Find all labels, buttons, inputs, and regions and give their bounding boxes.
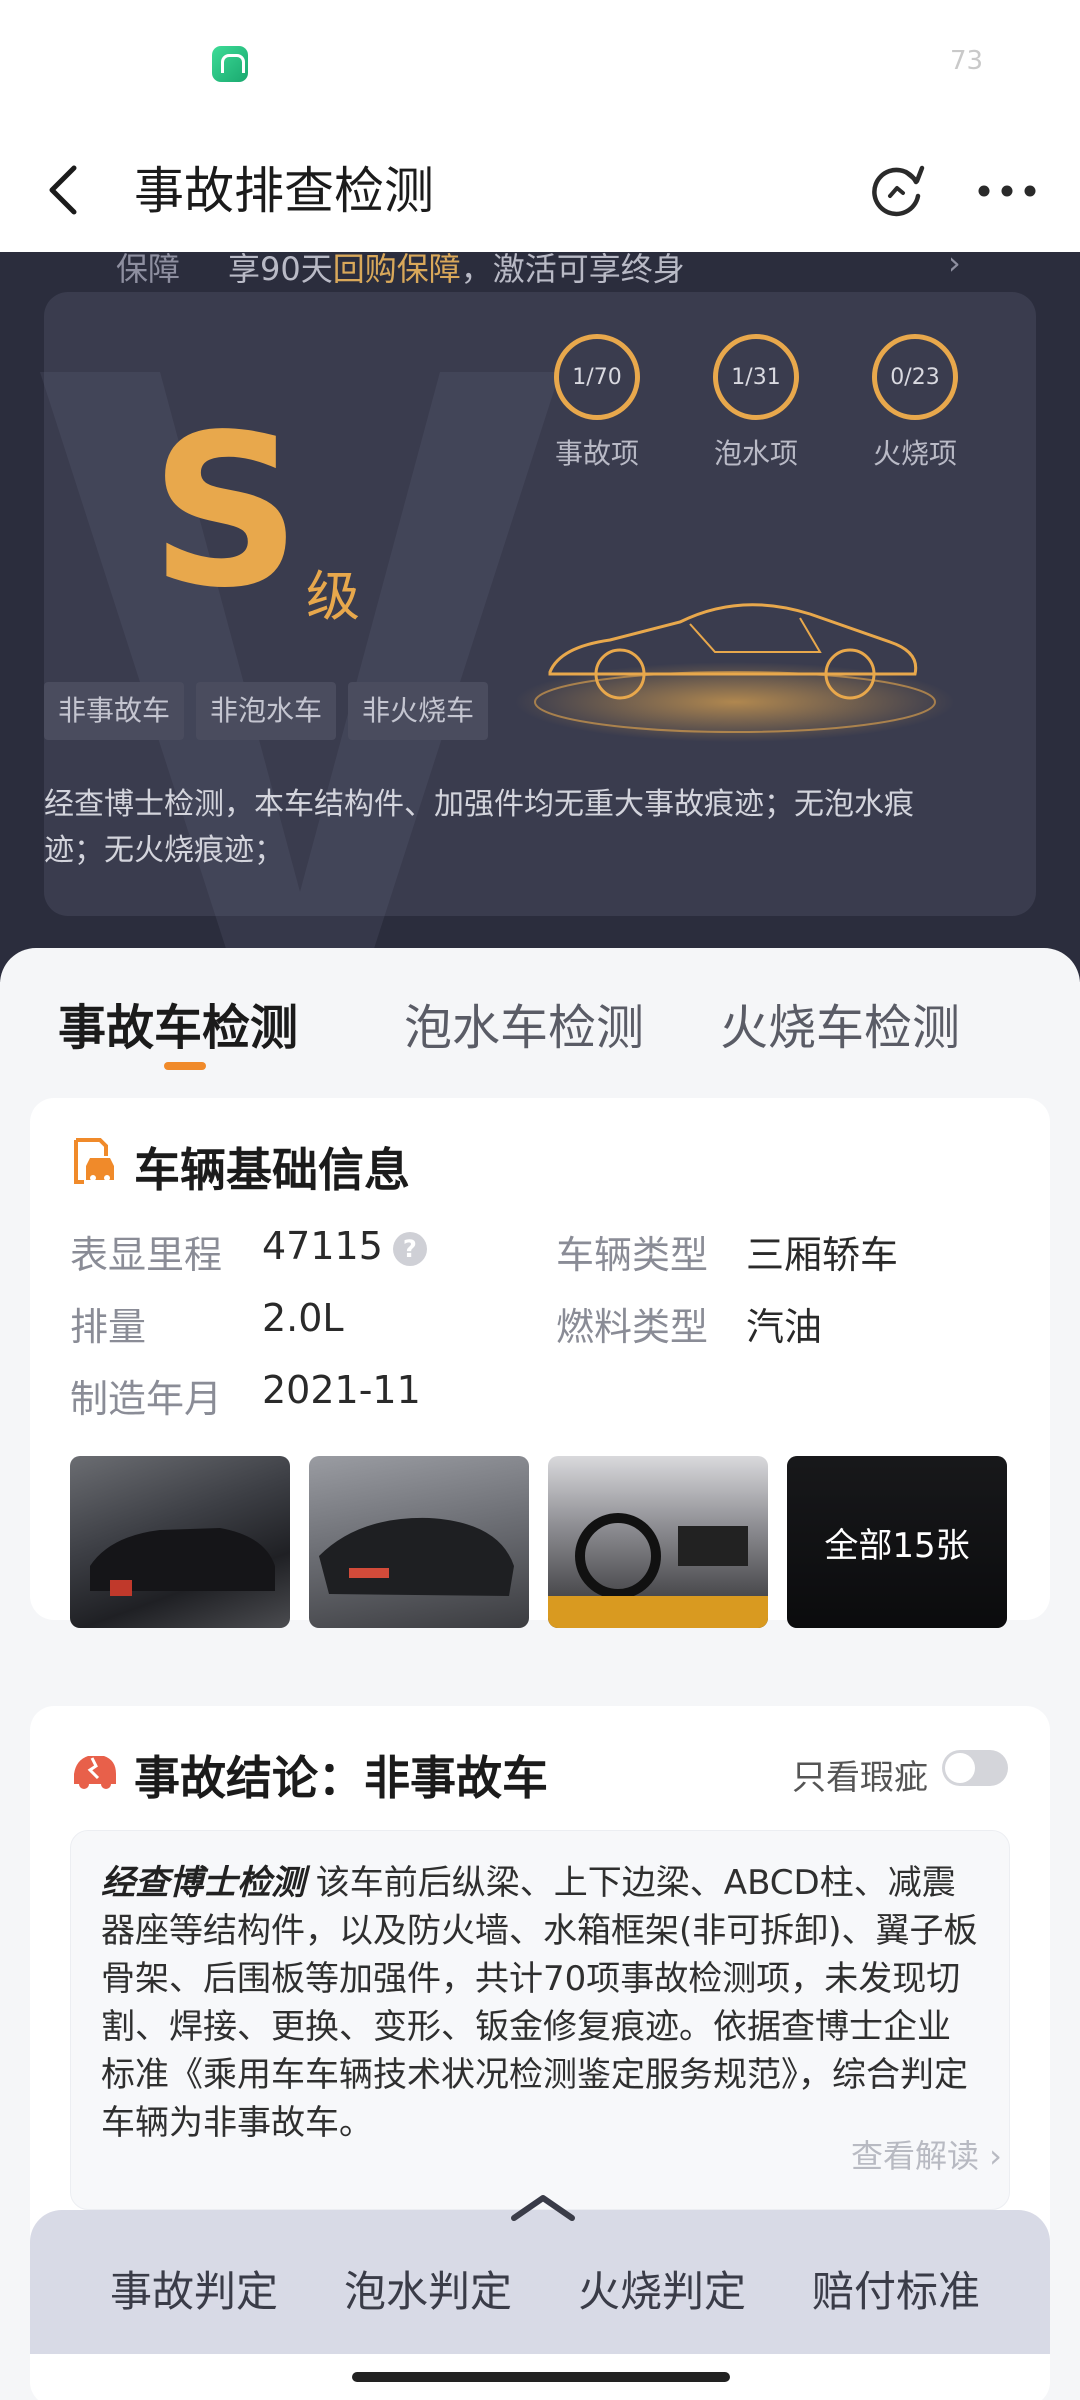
question-icon[interactable]: ? [392, 1231, 427, 1266]
manufacture-date-label-row: 制造年月 [70, 1368, 222, 1423]
displacement-label-row: 排量 [70, 1296, 146, 1351]
tag-non-accident: 非事故车 [44, 682, 185, 740]
status-bar: 73 [0, 0, 1080, 130]
fuel-type-value: 汽油 [746, 1305, 823, 1349]
tab-flood[interactable]: 泡水车检测 [404, 988, 644, 1058]
mileage-value-row: 47115? [262, 1224, 427, 1268]
inspection-tabs: 事故车检测 泡水车检测 火烧车检测 [0, 948, 1080, 1088]
inspection-summary-header: 保障 享90天回购保障，激活可享终身 › S 级 1/70 事故项 1/31 泡… [0, 252, 1080, 982]
chevron-right-icon: › [948, 252, 961, 282]
fuel-type-label-row: 燃料类型 [556, 1296, 708, 1351]
defects-only-label: 只看瑕疵 [792, 1758, 928, 1798]
grade-suffix: 级 [306, 565, 360, 628]
battery-level: 73 [950, 46, 984, 76]
tab-fire[interactable]: 火烧车检测 [720, 988, 960, 1058]
tab-accident[interactable]: 事故车检测 [58, 988, 298, 1058]
manufacture-date-value-row: 2021-11 [262, 1368, 421, 1412]
guarantee-row[interactable]: 保障 享90天回购保障，激活可享终身 › [60, 252, 1040, 292]
tag-non-flood: 非泡水车 [196, 682, 337, 740]
inspection-summary-text: 经查博士检测，本车结构件、加强件均无重大事故痕迹；无泡水痕迹；无火烧痕迹； [44, 787, 914, 868]
conclusion-title: 事故结论：非事故车 [134, 1751, 548, 1805]
vehicle-photo-all[interactable]: 全部15张 [787, 1456, 1007, 1628]
nav-flood-judgement[interactable]: 泡水判定 [344, 2258, 512, 2319]
vehicle-photo-front[interactable] [70, 1456, 290, 1628]
flood-check-label: 泡水项 [713, 437, 798, 470]
nav-fire-judgement[interactable]: 火烧判定 [578, 2258, 746, 2319]
grade-letter: S [150, 389, 302, 634]
main-sheet: 事故车检测 泡水车检测 火烧车检测 车辆基础信息 表显里程 47115? 车辆类… [0, 948, 1080, 2400]
nav-bar: 事故排查检测 [0, 130, 1080, 252]
car-scan-illustration-icon [515, 603, 955, 742]
vehicle-type-value: 三厢轿车 [746, 1233, 899, 1277]
vehicle-type-value-row: 三厢轿车 [746, 1224, 898, 1279]
flood-check-ring: 1/31 [713, 334, 799, 420]
fuel-type-value-row: 汽油 [746, 1296, 822, 1351]
accident-check-ring: 1/70 [554, 334, 640, 420]
fire-check-label: 火烧项 [872, 437, 957, 470]
manufacture-date-value: 2021-11 [262, 1368, 421, 1412]
fuel-type-label: 燃料类型 [556, 1305, 709, 1349]
vehicle-type-label-row: 车辆类型 [556, 1224, 708, 1279]
page-title: 事故排查检测 [134, 162, 434, 220]
view-interpretation-link[interactable]: 查看解读 › [851, 2131, 1002, 2177]
car-crash-icon [74, 1756, 116, 1789]
mileage-row: 表显里程 [70, 1224, 222, 1279]
defects-only-toggle[interactable] [942, 1750, 1008, 1786]
guarantee-label: 保障 [116, 252, 181, 288]
status-tags: 非事故车 非泡水车 非火烧车 [44, 682, 489, 740]
guarantee-text: 享90天回购保障，激活可享终身 [228, 252, 685, 288]
accident-check-label: 事故项 [554, 437, 639, 470]
displacement-label: 排量 [70, 1305, 147, 1349]
displacement-value: 2.0L [262, 1296, 344, 1340]
fire-check-ring: 0/23 [872, 334, 958, 420]
vehicle-type-label: 车辆类型 [556, 1233, 709, 1277]
vehicle-photo-rear[interactable] [309, 1456, 529, 1628]
mileage-label: 表显里程 [70, 1233, 223, 1277]
back-arrow-icon[interactable] [36, 160, 96, 220]
vehicle-basic-info-card: 车辆基础信息 表显里程 47115? 车辆类型 三厢轿车 排量 2.0L 燃料类… [30, 1098, 1050, 1628]
bottom-nav: 事故判定 泡水判定 火烧判定 赔付标准 [30, 2195, 1050, 2354]
home-indicator[interactable] [352, 2372, 730, 2382]
brand-label: 经查博士检测 [101, 1863, 305, 1903]
nav-accident-judgement[interactable]: 事故判定 [110, 2258, 278, 2319]
tag-non-fire: 非火烧车 [348, 682, 489, 740]
tab-active-indicator [164, 1062, 206, 1070]
all-photos-label: 全部15张 [787, 1456, 1007, 1628]
manufacture-date-label: 制造年月 [70, 1377, 223, 1421]
conclusion-text: 经查博士检测 该车前后纵梁、上下边梁、ABCD柱、减震器座等结构件，以及防火墙、… [101, 1863, 978, 2143]
chevron-up-icon[interactable] [508, 2192, 578, 2222]
displacement-value-row: 2.0L [262, 1296, 344, 1340]
refresh-icon[interactable] [866, 160, 928, 222]
nav-compensation-standard[interactable]: 赔付标准 [812, 2258, 980, 2319]
car-document-icon [74, 1138, 114, 1184]
mileage-value: 47115 [262, 1224, 383, 1268]
app-notification-icon [212, 46, 248, 82]
vehicle-photo-interior[interactable] [548, 1456, 768, 1628]
card-title: 车辆基础信息 [134, 1143, 410, 1197]
more-icon[interactable] [972, 160, 1042, 222]
conclusion-detail-box: 经查博士检测 该车前后纵梁、上下边梁、ABCD柱、减震器座等结构件，以及防火墙、… [70, 1830, 1010, 2210]
